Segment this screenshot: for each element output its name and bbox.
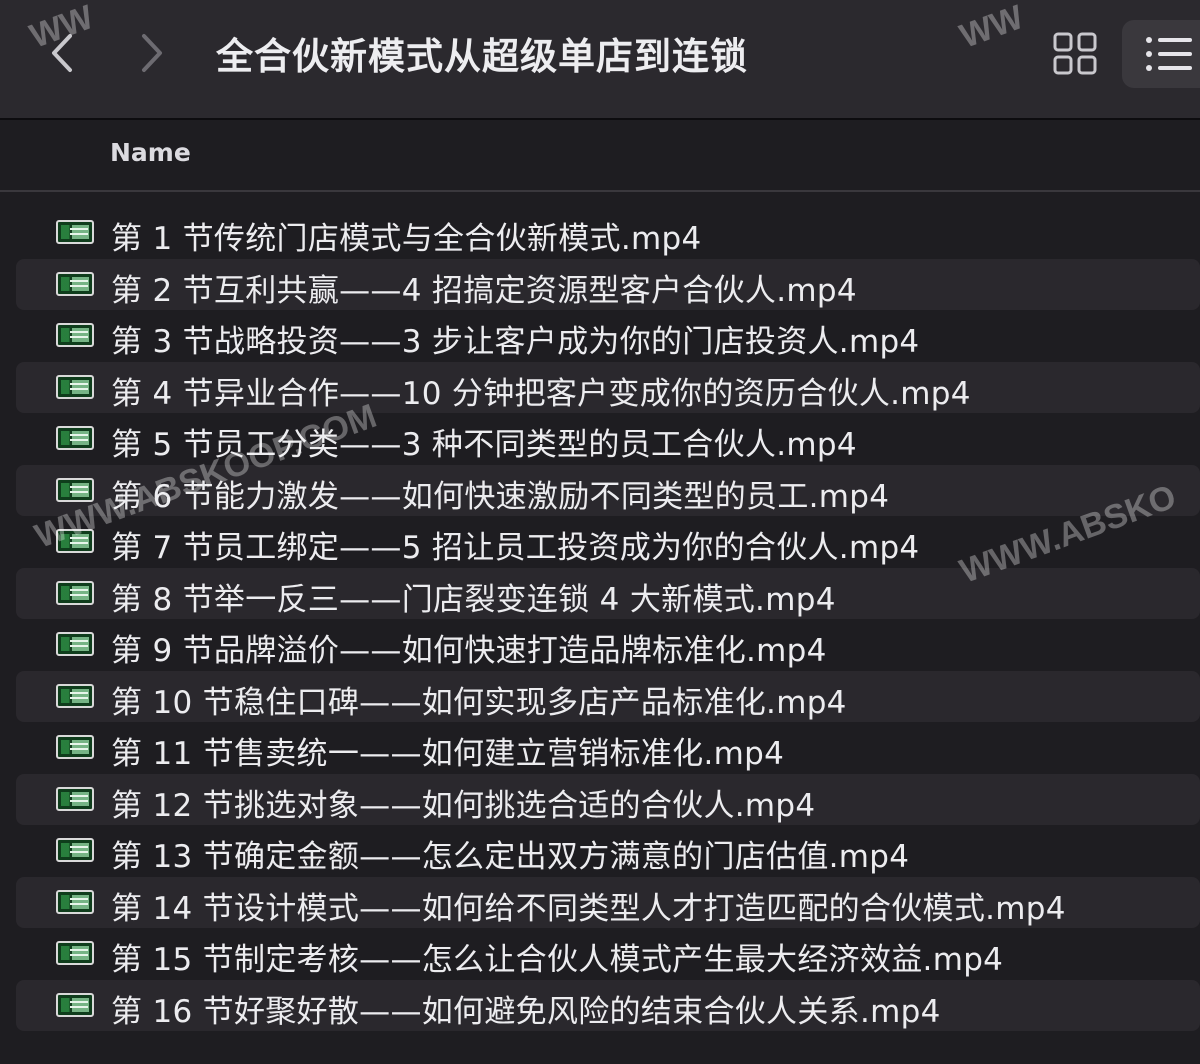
back-button[interactable] <box>42 28 82 78</box>
video-file-icon <box>56 426 94 450</box>
file-row[interactable]: 第 5 节员工分类——3 种不同类型的员工合伙人.mp4 <box>16 413 1200 465</box>
file-name: 第 3 节战略投资——3 步让客户成为你的门店投资人.mp4 <box>111 324 920 360</box>
video-file-icon <box>56 580 94 605</box>
file-name: 第 9 节品牌溢价——如何快速打造品牌标准化.mp4 <box>111 633 827 669</box>
file-row[interactable]: 第 1 节传统门店模式与全合伙新模式.mp4 <box>16 207 1200 259</box>
video-file-icon <box>56 220 94 244</box>
file-name: 第 8 节举一反三——门店裂变连锁 4 大新模式.mp4 <box>111 581 836 618</box>
video-file-icon <box>56 889 94 914</box>
file-row[interactable]: 第 6 节能力激发——如何快速激励不同类型的员工.mp4 <box>16 464 1200 516</box>
grid-view-button[interactable] <box>1052 32 1098 76</box>
file-name: 第 5 节员工分类——3 种不同类型的员工合伙人.mp4 <box>111 427 857 463</box>
file-row[interactable]: 第 7 节员工绑定——5 招让员工投资成为你的合伙人.mp4 <box>16 516 1200 568</box>
file-row[interactable]: 第 14 节设计模式——如何给不同类型人才打造匹配的合伙模式.mp4 <box>16 876 1200 928</box>
video-file-icon <box>56 786 94 811</box>
video-file-icon <box>56 374 94 399</box>
file-name: 第 11 节售卖统一——如何建立营销标准化.mp4 <box>111 736 785 772</box>
video-file-icon <box>56 632 94 656</box>
file-name: 第 6 节能力激发——如何快速激励不同类型的员工.mp4 <box>111 478 890 515</box>
file-name: 第 2 节互利共赢——4 招搞定资源型客户合伙人.mp4 <box>111 272 857 309</box>
file-name: 第 10 节稳住口碑——如何实现多店产品标准化.mp4 <box>111 684 847 721</box>
file-name: 第 13 节确定金额——怎么定出双方满意的门店估值.mp4 <box>111 839 910 875</box>
video-file-icon <box>56 323 94 347</box>
finder-window: 全合伙新模式从超级单店到连锁 Name 第 1 节传统门店模式与全合伙新模式.m… <box>0 0 1200 1064</box>
video-file-icon <box>56 735 94 759</box>
file-row[interactable]: 第 13 节确定金额——怎么定出双方满意的门店估值.mp4 <box>16 825 1200 877</box>
video-file-icon <box>56 271 94 296</box>
file-name: 第 7 节员工绑定——5 招让员工投资成为你的合伙人.mp4 <box>111 530 920 566</box>
file-row[interactable]: 第 9 节品牌溢价——如何快速打造品牌标准化.mp4 <box>16 619 1200 671</box>
file-name: 第 12 节挑选对象——如何挑选合适的合伙人.mp4 <box>111 787 816 824</box>
file-row[interactable]: 第 10 节稳住口碑——如何实现多店产品标准化.mp4 <box>16 670 1200 722</box>
list-header: Name <box>0 120 1200 192</box>
file-row[interactable]: 第 3 节战略投资——3 步让客户成为你的门店投资人.mp4 <box>16 310 1200 362</box>
video-file-icon <box>56 941 94 965</box>
forward-button[interactable] <box>132 28 172 78</box>
grid-view-icon <box>1053 32 1097 75</box>
video-file-icon <box>56 529 94 553</box>
file-name: 第 4 节异业合作——10 分钟把客户变成你的资历合伙人.mp4 <box>111 375 971 412</box>
file-row[interactable]: 第 2 节互利共赢——4 招搞定资源型客户合伙人.mp4 <box>16 258 1200 310</box>
video-file-icon <box>56 477 94 502</box>
file-row[interactable]: 第 11 节售卖统一——如何建立营销标准化.mp4 <box>16 722 1200 774</box>
file-list: 第 1 节传统门店模式与全合伙新模式.mp4 第 2 节互利共赢——4 招搞定资源… <box>16 207 1200 1031</box>
list-view-button[interactable] <box>1122 20 1200 88</box>
video-file-icon <box>56 838 94 862</box>
file-row[interactable]: 第 16 节好聚好散——如何避免风险的结束合伙人关系.mp4 <box>16 979 1200 1031</box>
file-name: 第 1 节传统门店模式与全合伙新模式.mp4 <box>111 221 702 257</box>
file-name: 第 14 节设计模式——如何给不同类型人才打造匹配的合伙模式.mp4 <box>111 890 1066 927</box>
file-row[interactable]: 第 8 节举一反三——门店裂变连锁 4 大新模式.mp4 <box>16 567 1200 619</box>
file-row[interactable]: 第 4 节异业合作——10 分钟把客户变成你的资历合伙人.mp4 <box>16 361 1200 413</box>
name-column-header[interactable]: Name <box>110 138 191 167</box>
toolbar: 全合伙新模式从超级单店到连锁 <box>0 0 1200 120</box>
file-row[interactable]: 第 12 节挑选对象——如何挑选合适的合伙人.mp4 <box>16 773 1200 825</box>
list-view-icon <box>1146 37 1192 71</box>
chevron-left-icon <box>52 34 72 72</box>
file-row[interactable]: 第 15 节制定考核——怎么让合伙人模式产生最大经济效益.mp4 <box>16 928 1200 980</box>
window-title: 全合伙新模式从超级单店到连锁 <box>216 35 748 78</box>
chevron-right-icon <box>142 34 162 72</box>
file-name: 第 16 节好聚好散——如何避免风险的结束合伙人关系.mp4 <box>111 993 941 1030</box>
file-name: 第 15 节制定考核——怎么让合伙人模式产生最大经济效益.mp4 <box>111 942 1004 978</box>
video-file-icon <box>56 992 94 1017</box>
video-file-icon <box>56 683 94 708</box>
